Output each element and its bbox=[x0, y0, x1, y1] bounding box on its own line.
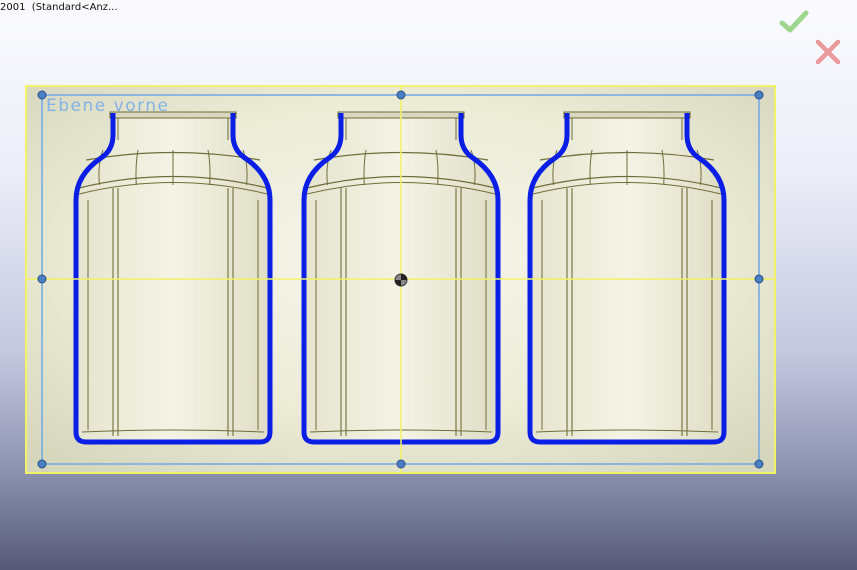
plane-handle-3[interactable] bbox=[754, 90, 764, 100]
plane-handle-8[interactable] bbox=[754, 459, 764, 469]
plane-label: Ebene vorne bbox=[46, 96, 170, 116]
plane-handle-1[interactable] bbox=[37, 90, 47, 100]
plane-handle-5[interactable] bbox=[754, 274, 764, 284]
plane-handle-4[interactable] bbox=[37, 274, 47, 284]
origin-icon[interactable] bbox=[394, 273, 408, 287]
jar-3[interactable] bbox=[527, 111, 727, 445]
plane-handle-7[interactable] bbox=[396, 459, 406, 469]
model-scene bbox=[25, 85, 776, 474]
plane-handle-2[interactable] bbox=[396, 90, 406, 100]
jar-1[interactable] bbox=[73, 111, 273, 445]
plane-handle-6[interactable] bbox=[37, 459, 47, 469]
graphics-viewport[interactable]: 2001 (Standard<Anz... Ebene vorne bbox=[0, 0, 857, 570]
